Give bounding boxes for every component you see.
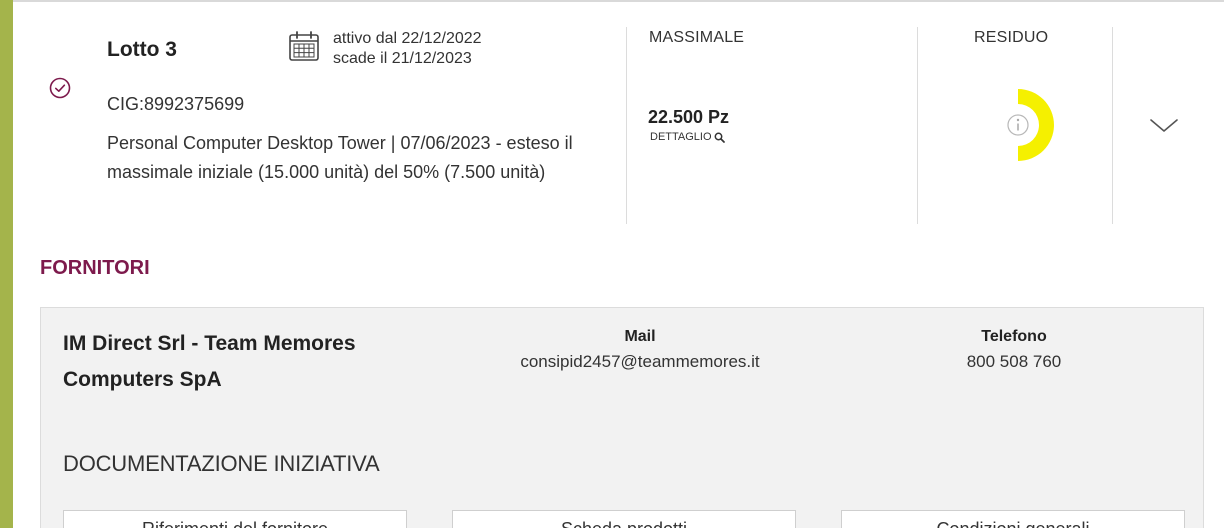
documentation-title: DOCUMENTAZIONE INIZIATIVA [63, 451, 380, 476]
supplier-name: IM Direct Srl - Team Memores Computers S… [63, 332, 356, 391]
doc-button-label: Condizioni generali [842, 519, 1184, 528]
doc-button-riferimenti[interactable]: Riferimenti del fornitore [63, 510, 407, 528]
dettaglio-link[interactable]: DETTAGLIO [650, 131, 725, 143]
doc-button-label: Scheda prodotti [453, 519, 795, 528]
fornitori-title: FORNITORI [40, 257, 150, 279]
accent-bar [0, 0, 13, 528]
doc-button-condizioni-generali[interactable]: Condizioni generali [841, 510, 1185, 528]
active-from-text: attivo dal 22/12/2022 [333, 30, 482, 47]
residuo-header: RESIDUO [974, 29, 1049, 46]
phone-value: 800 508 760 [966, 352, 1062, 371]
cig-code: CIG:8992375699 [107, 94, 245, 114]
doc-button-label: Riferimenti del fornitore [64, 519, 406, 528]
mail-value[interactable]: consipid2457@teammemores.it [460, 352, 820, 372]
lotto-description: Personal Computer Desktop Tower | 07/06/… [107, 133, 573, 182]
column-divider [626, 27, 627, 224]
mail-label: Mail [624, 328, 656, 345]
lotto-page: Lotto 3 attivo dal 22/12/2022 scade il 2… [0, 0, 1224, 528]
lotto-title: Lotto 3 [107, 38, 177, 61]
calendar-icon [289, 31, 319, 61]
doc-button-scheda-prodotti[interactable]: Scheda prodotti [452, 510, 796, 528]
residuo-gauge[interactable] [980, 86, 1056, 164]
check-circle-icon [49, 77, 71, 99]
column-divider [917, 27, 918, 224]
dettaglio-label: DETTAGLIO [650, 131, 712, 143]
column-divider [1112, 27, 1113, 224]
info-icon [1007, 114, 1029, 136]
chevron-down-icon[interactable] [1147, 116, 1181, 136]
massimale-value: 22.500 Pz [648, 107, 730, 127]
search-icon [714, 132, 725, 143]
top-divider [0, 0, 1224, 2]
phone-label: Telefono [981, 328, 1047, 345]
validity-dates: attivo dal 22/12/2022 scade il 21/12/202… [333, 29, 482, 69]
expires-text: scade il 21/12/2023 [333, 50, 472, 67]
massimale-header: MASSIMALE [649, 29, 745, 46]
